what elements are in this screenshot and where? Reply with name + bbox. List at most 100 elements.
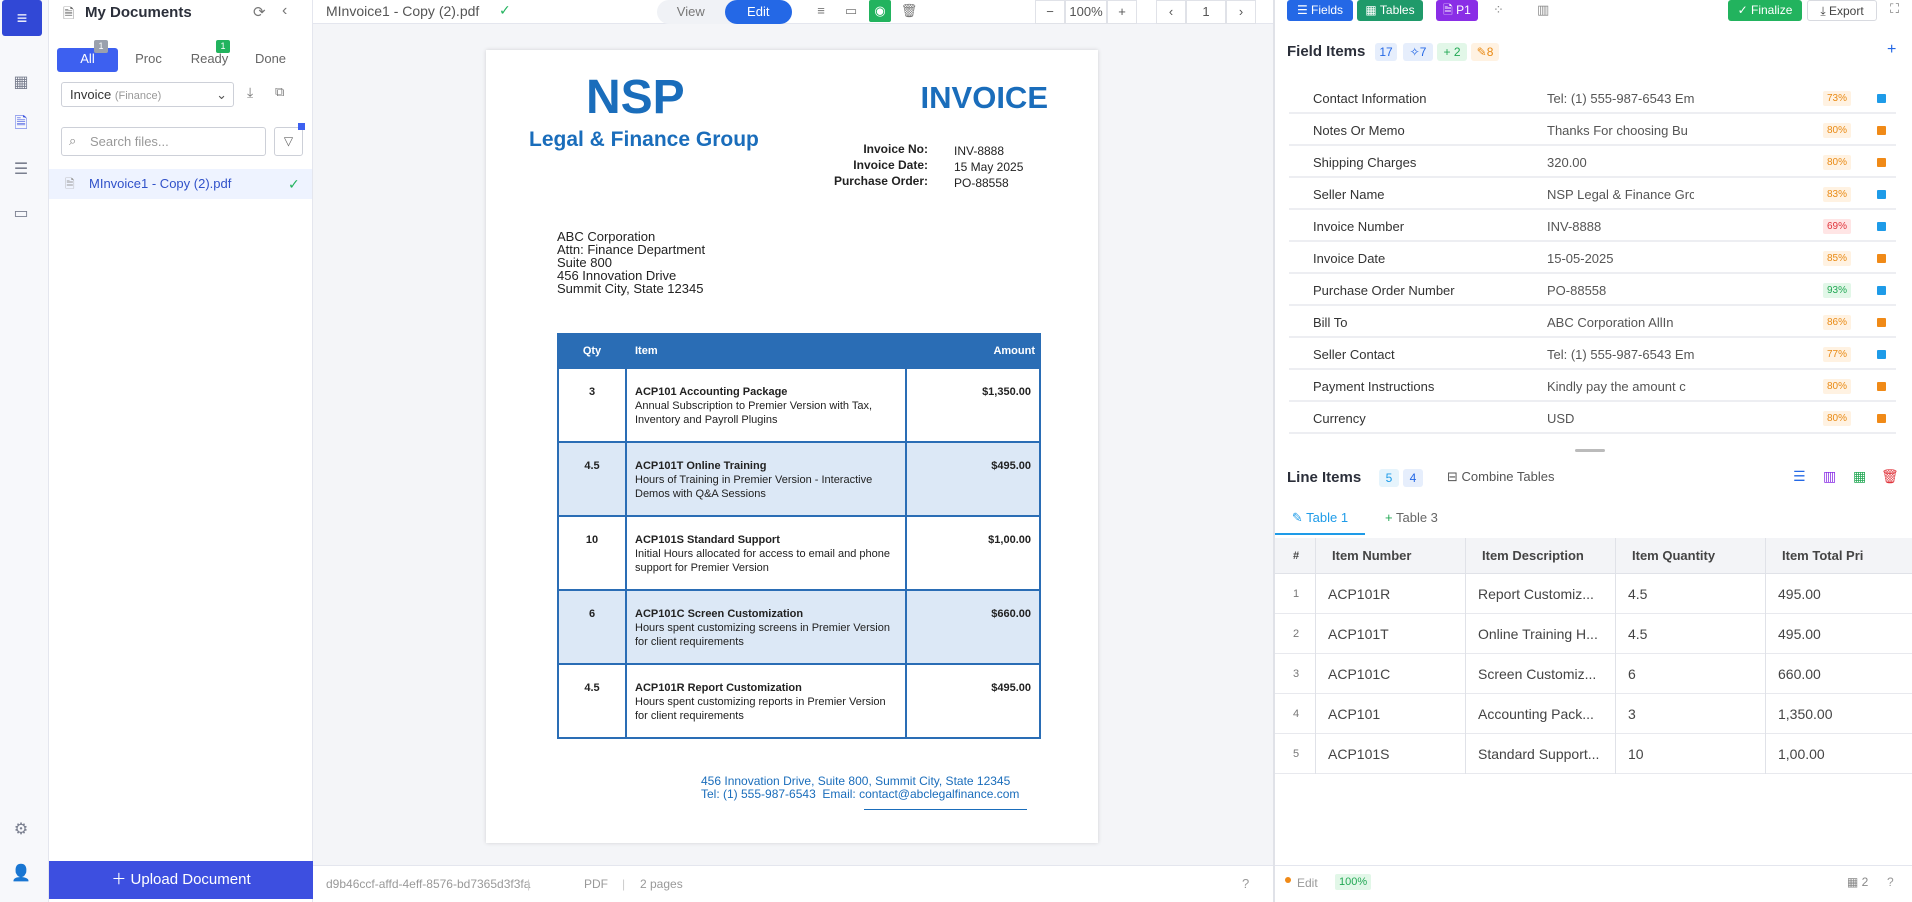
field-value[interactable]: ABC Corporation AllIn — [1547, 308, 1694, 338]
tab-ready[interactable]: Ready 1 — [179, 40, 240, 72]
table-row[interactable]: 1 ACP101R Report Customiz... 4.5 495.00 — [1275, 574, 1912, 614]
table-row[interactable]: 4 ACP101 Accounting Pack... 3 1,350.00 — [1275, 694, 1912, 734]
cell-item-quantity[interactable]: 4.5 — [1615, 574, 1765, 614]
documents-icon[interactable]: 🗎 — [10, 114, 32, 136]
settings-icon[interactable]: ⚙ — [10, 818, 32, 840]
cell-item-number[interactable]: ACP101 — [1315, 694, 1465, 734]
field-row[interactable]: Bill To ABC Corporation AllIn 86% — [1289, 308, 1896, 338]
copy-icon[interactable]: ⧉ — [275, 84, 284, 100]
refresh-icon[interactable]: ⟳ — [253, 3, 266, 21]
collapse-icon[interactable]: ‹ — [282, 2, 287, 20]
download-icon[interactable]: ⤓ — [247, 84, 253, 101]
table-row[interactable]: 5 ACP101S Standard Support... 10 1,00.00 — [1275, 734, 1912, 774]
cell-item-quantity[interactable]: 6 — [1615, 654, 1765, 694]
cell-item-total[interactable]: 660.00 — [1765, 654, 1912, 694]
next-page-button[interactable]: › — [1226, 0, 1256, 24]
cell-item-number[interactable]: ACP101R — [1315, 574, 1465, 614]
field-row[interactable]: Invoice Date 15-05-2025 85% — [1289, 244, 1896, 274]
prev-page-button[interactable]: ‹ — [1156, 0, 1186, 24]
field-row[interactable]: Contact Information Tel: (1) 555-987-654… — [1289, 84, 1896, 114]
tab-done[interactable]: Done — [240, 48, 301, 72]
field-value[interactable]: INV-8888 — [1547, 212, 1694, 242]
field-row[interactable]: Seller Contact Tel: (1) 555-987-6543 Ema… — [1289, 340, 1896, 370]
help-icon[interactable]: ? — [1887, 875, 1894, 889]
delete-icon[interactable]: 🗑 — [1881, 468, 1899, 485]
col-item-quantity[interactable]: Item Quantity — [1615, 538, 1765, 574]
table-icon[interactable]: ▦ — [1853, 468, 1866, 485]
field-row[interactable]: Payment Instructions Kindly pay the amou… — [1289, 372, 1896, 402]
cell-item-description[interactable]: Online Training H... — [1465, 614, 1615, 654]
export-button[interactable]: ⤓ Export — [1807, 0, 1877, 21]
list-icon[interactable]: ☰ — [10, 158, 32, 180]
view-mode-button[interactable]: View — [657, 0, 725, 24]
cell-item-description[interactable]: Report Customiz... — [1465, 574, 1615, 614]
table-row[interactable]: 2 ACP101T Online Training H... 4.5 495.0… — [1275, 614, 1912, 654]
trash-icon[interactable]: 🗑 — [898, 0, 920, 22]
cell-item-number[interactable]: ACP101C — [1315, 654, 1465, 694]
filter-button[interactable]: ▽ — [274, 127, 303, 156]
cell-item-number[interactable]: ACP101T — [1315, 614, 1465, 654]
cell-item-total[interactable]: 1,00.00 — [1765, 734, 1912, 774]
layout-icon[interactable]: ▭ — [840, 0, 862, 22]
card-icon[interactable]: ▭ — [10, 202, 32, 224]
tables-button[interactable]: ▦ Tables — [1357, 0, 1423, 21]
cell-item-quantity[interactable]: 3 — [1615, 694, 1765, 734]
scrollbar-handle[interactable] — [1575, 449, 1605, 452]
field-value[interactable]: NSP Legal & Finance Grc — [1547, 180, 1694, 210]
zoom-in-button[interactable]: + — [1107, 0, 1137, 24]
field-value[interactable]: Kindly pay the amount c — [1547, 372, 1694, 402]
cell-item-description[interactable]: Standard Support... — [1465, 734, 1615, 774]
field-row[interactable]: Seller Name NSP Legal & Finance Grc 83% — [1289, 180, 1896, 210]
field-row[interactable]: Currency USD 80% — [1289, 404, 1896, 434]
finalize-button[interactable]: ✓ Finalize — [1728, 0, 1802, 21]
columns-icon[interactable]: ▥ — [1537, 2, 1549, 18]
user-icon[interactable]: 👤 — [10, 862, 32, 884]
col-item-description[interactable]: Item Description — [1465, 538, 1615, 574]
combine-tables-button[interactable]: ⊟ Combine Tables — [1447, 469, 1555, 485]
field-row[interactable]: Purchase Order Number PO-88558 93% — [1289, 276, 1896, 306]
page-p1-button[interactable]: 🗎 P1 — [1436, 0, 1478, 21]
field-value[interactable]: USD — [1547, 404, 1694, 434]
zoom-out-button[interactable]: − — [1035, 0, 1065, 24]
tab-all[interactable]: All 1 — [57, 40, 118, 72]
help-icon[interactable]: ? — [1242, 866, 1249, 902]
tab-table-1[interactable]: ✎ Table 1 — [1275, 508, 1365, 535]
col-item-number[interactable]: Item Number — [1315, 538, 1465, 574]
edit-mode-button[interactable]: Edit — [724, 0, 792, 24]
dashboard-icon[interactable]: ▦ — [10, 71, 32, 93]
field-value[interactable]: 320.00 — [1547, 148, 1694, 178]
field-value[interactable]: Thanks For choosing Bu — [1547, 116, 1694, 146]
add-field-button[interactable]: + — [1887, 41, 1896, 59]
search-input[interactable]: Search files... — [61, 127, 266, 156]
tab-table-3[interactable]: + Table 3 — [1385, 508, 1438, 535]
cell-item-total[interactable]: 495.00 — [1765, 614, 1912, 654]
eye-icon[interactable]: ◉ — [869, 0, 891, 22]
list-item[interactable]: 🗎 MInvoice1 - Copy (2).pdf ✓ — [49, 169, 312, 199]
cell-item-total[interactable]: 495.00 — [1765, 574, 1912, 614]
cell-item-quantity[interactable]: 10 — [1615, 734, 1765, 774]
field-row[interactable]: Notes Or Memo Thanks For choosing Bu 80% — [1289, 116, 1896, 146]
app-logo-icon[interactable]: ≡ — [2, 0, 42, 36]
cell-item-quantity[interactable]: 4.5 — [1615, 614, 1765, 654]
field-value[interactable]: Tel: (1) 555-987-6543 Ema — [1547, 340, 1694, 370]
tab-proc[interactable]: Proc — [118, 48, 179, 72]
page-number-input[interactable]: 1 — [1186, 0, 1226, 24]
col-item-total[interactable]: Item Total Pri — [1765, 538, 1912, 574]
upload-document-button[interactable]: ＋ Upload Document — [49, 861, 313, 899]
rows-icon[interactable]: ☰ — [1793, 468, 1806, 485]
cell-item-description[interactable]: Screen Customiz... — [1465, 654, 1615, 694]
cell-item-total[interactable]: 1,350.00 — [1765, 694, 1912, 734]
doc-type-select[interactable]: Invoice (Finance) ⌄ — [61, 82, 234, 107]
lines-icon[interactable]: ≡ — [810, 0, 832, 22]
field-row[interactable]: Invoice Number INV-8888 69% — [1289, 212, 1896, 242]
cell-item-number[interactable]: ACP101S — [1315, 734, 1465, 774]
field-value[interactable]: PO-88558 — [1547, 276, 1694, 306]
fields-button[interactable]: ☰ Fields — [1287, 0, 1353, 21]
grid-icon[interactable]: ⁘ — [1493, 2, 1504, 18]
expand-icon[interactable]: ⛶ — [1890, 1, 1899, 17]
columns-icon[interactable]: ▥ — [1823, 468, 1836, 485]
field-row[interactable]: Shipping Charges 320.00 80% — [1289, 148, 1896, 178]
cell-item-description[interactable]: Accounting Pack... — [1465, 694, 1615, 734]
field-value[interactable]: 15-05-2025 — [1547, 244, 1694, 274]
field-value[interactable]: Tel: (1) 555-987-6543 Ema — [1547, 84, 1694, 114]
